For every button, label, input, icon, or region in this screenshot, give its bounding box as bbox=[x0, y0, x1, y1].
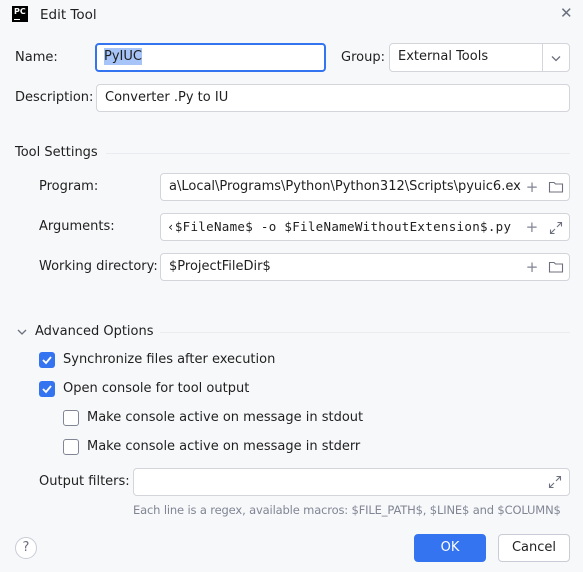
arguments-input-value: ‹$FileName$ -o $FileNameWithoutExtension… bbox=[167, 219, 512, 234]
cancel-button[interactable]: Cancel bbox=[498, 534, 570, 562]
working-directory-input-value: $ProjectFileDir$ bbox=[169, 259, 271, 274]
help-button-label: ? bbox=[22, 540, 30, 555]
chevron-down-icon[interactable] bbox=[548, 50, 564, 66]
output-filters-input[interactable] bbox=[133, 468, 570, 496]
plus-icon[interactable]: + bbox=[524, 259, 540, 275]
window-title: Edit Tool bbox=[40, 7, 97, 23]
open-console-checkbox[interactable] bbox=[39, 381, 55, 397]
sync-files-label[interactable]: Synchronize files after execution bbox=[63, 352, 275, 368]
description-input[interactable]: Converter .Py to IU bbox=[96, 84, 570, 112]
output-filters-label: Output filters: bbox=[39, 474, 130, 489]
advanced-options-title[interactable]: Advanced Options bbox=[35, 324, 154, 340]
group-label: Group: bbox=[341, 50, 385, 65]
open-console-label[interactable]: Open console for tool output bbox=[63, 381, 249, 397]
tool-settings-title: Tool Settings bbox=[15, 145, 98, 160]
description-input-value: Converter .Py to IU bbox=[105, 90, 229, 105]
program-input[interactable]: a\Local\Programs\Python\Python312\Script… bbox=[160, 173, 570, 201]
name-label: Name: bbox=[15, 50, 58, 65]
section-divider bbox=[160, 332, 570, 333]
working-directory-input[interactable]: $ProjectFileDir$ + bbox=[160, 253, 570, 281]
arguments-input[interactable]: ‹$FileName$ -o $FileNameWithoutExtension… bbox=[160, 213, 570, 241]
arguments-label: Arguments: bbox=[39, 219, 115, 234]
working-directory-label: Working directory: bbox=[39, 259, 158, 274]
description-label: Description: bbox=[15, 90, 94, 105]
combo-separator bbox=[542, 44, 543, 71]
active-stderr-label[interactable]: Make console active on message in stderr bbox=[87, 439, 360, 455]
expand-icon[interactable] bbox=[547, 474, 563, 490]
app-logo-icon: PC bbox=[12, 6, 28, 22]
program-input-value: a\Local\Programs\Python\Python312\Script… bbox=[169, 179, 521, 194]
plus-icon[interactable]: + bbox=[524, 219, 540, 235]
name-input-value: PyIUC bbox=[104, 48, 142, 65]
group-selected-value: External Tools bbox=[398, 49, 489, 64]
active-stderr-checkbox[interactable] bbox=[63, 439, 79, 455]
plus-icon[interactable]: + bbox=[524, 179, 540, 195]
sync-files-checkbox[interactable] bbox=[39, 352, 55, 368]
folder-icon[interactable] bbox=[548, 179, 564, 195]
section-divider bbox=[106, 153, 570, 154]
active-stdout-label[interactable]: Make console active on message in stdout bbox=[87, 410, 363, 426]
ok-button[interactable]: OK bbox=[414, 534, 486, 562]
close-icon[interactable]: ✕ bbox=[560, 6, 573, 21]
expand-icon[interactable] bbox=[548, 219, 564, 235]
output-filters-hint: Each line is a regex, available macros: … bbox=[133, 503, 561, 517]
app-logo-text: PC bbox=[14, 7, 26, 16]
active-stdout-checkbox[interactable] bbox=[63, 410, 79, 426]
name-input[interactable]: PyIUC bbox=[95, 43, 326, 72]
program-label: Program: bbox=[39, 179, 99, 194]
chevron-down-icon[interactable] bbox=[15, 325, 29, 339]
group-combobox[interactable]: External Tools bbox=[389, 43, 570, 72]
folder-icon[interactable] bbox=[548, 259, 564, 275]
help-icon[interactable]: ? bbox=[15, 537, 37, 559]
